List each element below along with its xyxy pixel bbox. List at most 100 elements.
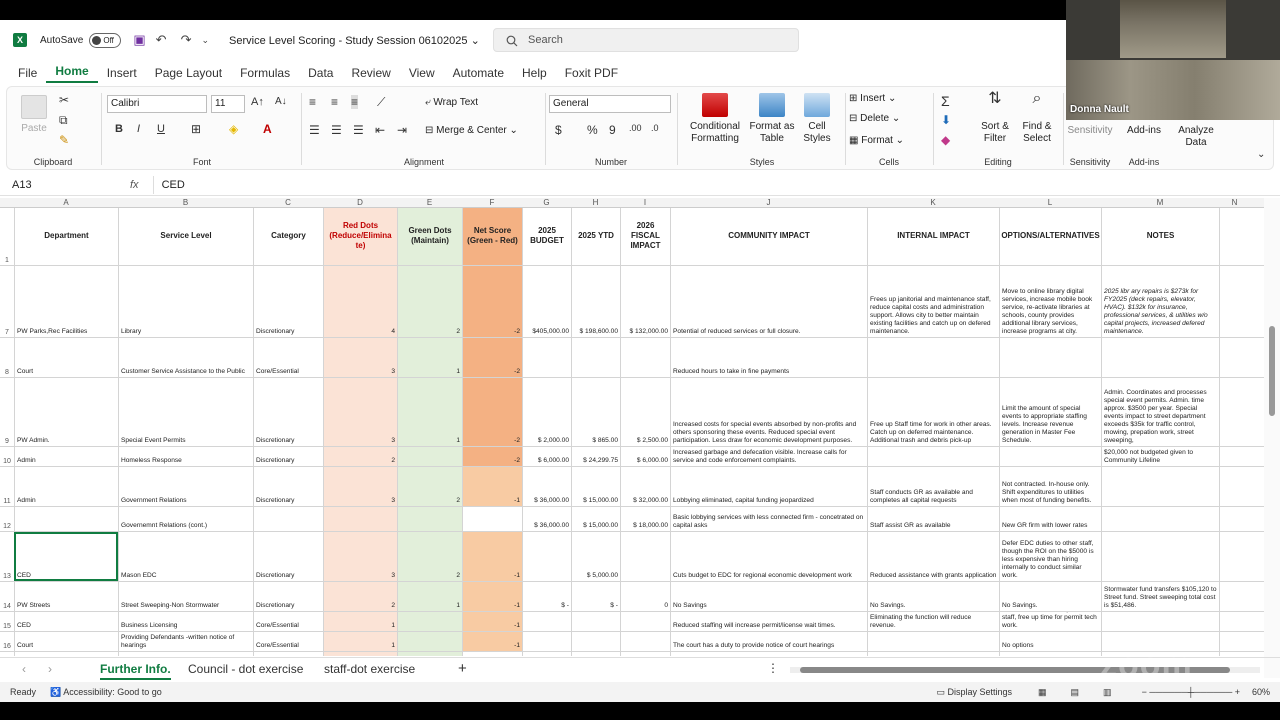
table-cell[interactable]: Stormwater fund transfers $105,120 to St…: [1101, 582, 1219, 611]
column-header-b[interactable]: B: [118, 198, 253, 208]
table-cell[interactable]: -1: [462, 582, 522, 611]
table-cell[interactable]: [1219, 582, 1250, 611]
header-cell[interactable]: Green Dots (Maintain): [397, 208, 462, 265]
table-cell[interactable]: -2: [462, 338, 522, 377]
font-size-select[interactable]: 11: [211, 95, 245, 113]
table-cell[interactable]: Defer EDC duties to other staff, though …: [999, 532, 1101, 581]
column-header-m[interactable]: M: [1101, 198, 1219, 208]
table-cell[interactable]: Library: [118, 266, 253, 337]
tab-home[interactable]: Home: [46, 64, 98, 83]
table-cell[interactable]: 3: [323, 467, 397, 506]
table-cell[interactable]: $ 15,000.00: [571, 507, 620, 531]
table-cell[interactable]: PW Admin.: [14, 378, 118, 446]
table-cell[interactable]: 2: [323, 447, 397, 466]
table-cell[interactable]: Eliminating the function will reduce rev…: [867, 612, 999, 631]
header-cell[interactable]: [1219, 208, 1250, 265]
tab-insert[interactable]: Insert: [98, 66, 146, 80]
font-color-icon[interactable]: A: [263, 122, 272, 136]
table-cell[interactable]: $ 36,000.00: [522, 507, 571, 531]
table-cell[interactable]: [253, 652, 323, 656]
sort-filter-button[interactable]: ⇅ Sort & Filter: [977, 91, 1013, 145]
align-center-icon[interactable]: ☰: [331, 123, 342, 137]
row-number[interactable]: 10: [0, 447, 14, 466]
table-cell[interactable]: Discretionary: [253, 532, 323, 581]
tab-file[interactable]: File: [9, 66, 46, 80]
increase-decimal-icon[interactable]: .00: [629, 123, 642, 133]
font-family-select[interactable]: Calibri: [107, 95, 207, 113]
table-cell[interactable]: $ 32,000.00: [620, 467, 670, 506]
scroll-thumb[interactable]: [1269, 326, 1275, 416]
table-cell[interactable]: [1219, 266, 1250, 337]
column-header-i[interactable]: I: [620, 198, 670, 208]
header-cell[interactable]: Red Dots (Reduce/Elimina te): [323, 208, 397, 265]
table-cell[interactable]: Admin: [14, 447, 118, 466]
accessibility-status[interactable]: ♿ Accessibility: Good to go: [50, 687, 162, 698]
table-cell[interactable]: 2025 libr ary repairs is $273k for FY202…: [1101, 266, 1219, 337]
header-cell[interactable]: Category: [253, 208, 323, 265]
table-cell[interactable]: [1219, 378, 1250, 446]
table-cell[interactable]: [522, 338, 571, 377]
table-cell[interactable]: $405,000.00: [522, 266, 571, 337]
table-cell[interactable]: [620, 632, 670, 651]
table-cell[interactable]: Increased costs for special events absor…: [670, 378, 867, 446]
table-cell[interactable]: Core/Essential: [253, 612, 323, 631]
table-cell[interactable]: [670, 652, 867, 656]
table-cell[interactable]: 3: [323, 532, 397, 581]
table-cell[interactable]: Core/Essential: [253, 632, 323, 651]
fill-color-icon[interactable]: ◈: [229, 122, 238, 136]
table-cell[interactable]: Discretionary: [253, 447, 323, 466]
page-break-view-icon[interactable]: ▥: [1103, 687, 1112, 698]
align-right-icon[interactable]: ☰: [353, 123, 364, 137]
table-cell[interactable]: $ -: [571, 582, 620, 611]
increase-indent-icon[interactable]: ⇥: [397, 123, 407, 137]
align-left-icon[interactable]: ☰: [309, 123, 320, 137]
table-cell[interactable]: $ 6,000.00: [522, 447, 571, 466]
table-cell[interactable]: No Savings: [670, 582, 867, 611]
name-box[interactable]: A13: [10, 176, 90, 194]
cell-styles-button[interactable]: Cell Styles: [797, 93, 837, 145]
table-cell[interactable]: [1101, 467, 1219, 506]
table-cell[interactable]: [571, 632, 620, 651]
add-sheet-icon[interactable]: +: [458, 660, 467, 677]
table-cell[interactable]: $ 6,000.00: [620, 447, 670, 466]
table-cell[interactable]: [1101, 507, 1219, 531]
table-cell[interactable]: -1: [462, 612, 522, 631]
table-cell[interactable]: Business Licensing: [118, 612, 253, 631]
table-cell[interactable]: [867, 652, 999, 656]
table-cell[interactable]: Frees up janitorial and maintenance staf…: [867, 266, 999, 337]
sheet-tab-staff-dot[interactable]: staff-dot exercise: [324, 660, 415, 680]
decrease-font-icon[interactable]: A↓: [275, 96, 287, 107]
decrease-indent-icon[interactable]: ⇤: [375, 123, 385, 137]
decrease-decimal-icon[interactable]: .0: [651, 123, 659, 133]
header-cell[interactable]: INTERNAL IMPACT: [867, 208, 999, 265]
table-cell[interactable]: PW Streets: [14, 582, 118, 611]
row-number[interactable]: 11: [0, 467, 14, 506]
zoom-slider[interactable]: − ──────┼────── +: [1142, 687, 1240, 697]
column-header-c[interactable]: C: [253, 198, 323, 208]
clear-icon[interactable]: ◆: [941, 133, 950, 147]
autosum-icon[interactable]: Σ: [941, 93, 950, 109]
underline-icon[interactable]: U: [157, 123, 165, 135]
table-cell[interactable]: -2: [462, 447, 522, 466]
sheet-tab-council-dot[interactable]: Council - dot exercise: [188, 660, 303, 680]
column-header-l[interactable]: L: [999, 198, 1101, 208]
table-cell[interactable]: Move to online library digital services,…: [999, 266, 1101, 337]
column-header-h[interactable]: H: [571, 198, 620, 208]
table-cell[interactable]: $20,000 not budgeted given to Community …: [1101, 447, 1219, 466]
find-select-button[interactable]: ⌕ Find & Select: [1017, 91, 1057, 145]
table-cell[interactable]: [620, 652, 670, 656]
table-cell[interactable]: Move function to Parks: [999, 652, 1101, 656]
tab-automate[interactable]: Automate: [444, 66, 513, 80]
sensitivity-button[interactable]: Sensitivity: [1067, 125, 1113, 137]
format-cells-button[interactable]: ▦ Format ⌄: [849, 135, 904, 146]
table-cell[interactable]: 2: [397, 532, 462, 581]
table-cell[interactable]: Special Event Permits: [118, 378, 253, 446]
tab-page-layout[interactable]: Page Layout: [146, 66, 231, 80]
column-header-a[interactable]: A: [14, 198, 118, 208]
table-cell[interactable]: Potential of reduced services or full cl…: [670, 266, 867, 337]
header-cell[interactable]: 2025 YTD: [571, 208, 620, 265]
table-cell[interactable]: 3: [323, 338, 397, 377]
table-cell[interactable]: CED: [14, 612, 118, 631]
currency-icon[interactable]: $: [555, 123, 562, 137]
table-cell[interactable]: [1219, 338, 1250, 377]
